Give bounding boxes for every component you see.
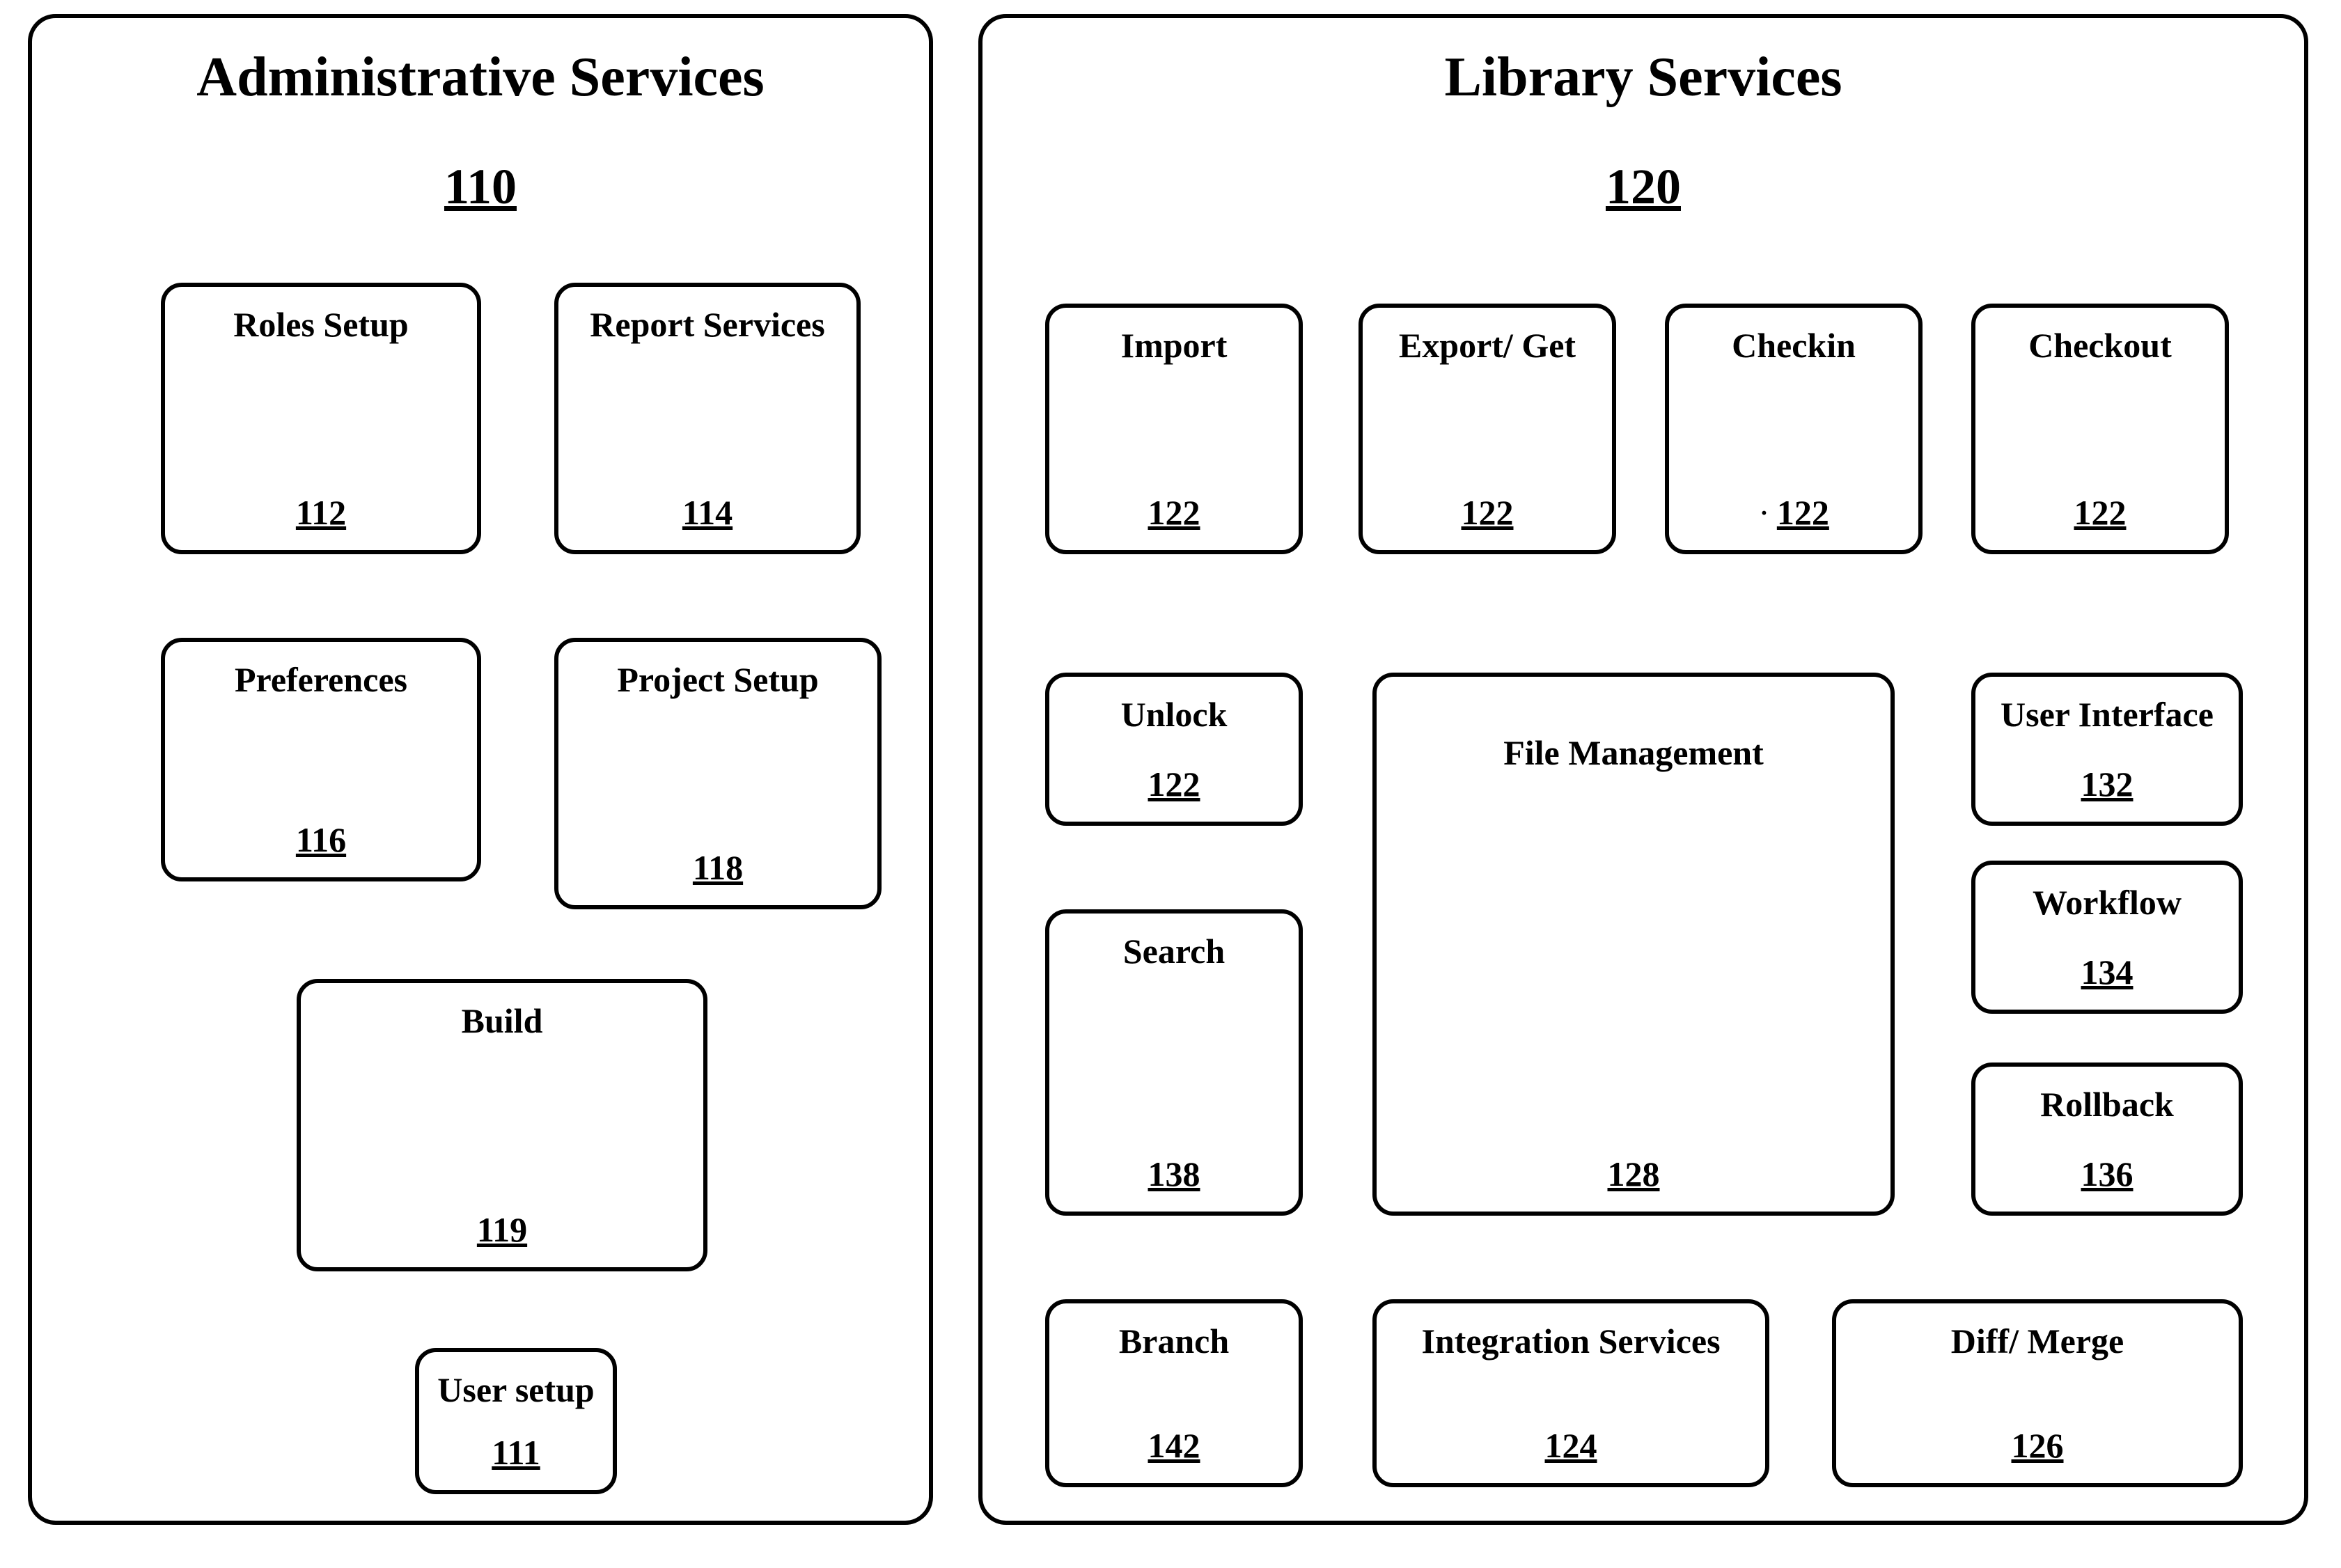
search-ref: 138 bbox=[1049, 1154, 1299, 1194]
search-label: Search bbox=[1049, 931, 1299, 971]
library-ref: 120 bbox=[982, 158, 2304, 216]
preferences-ref: 116 bbox=[165, 820, 477, 860]
user-setup-ref: 111 bbox=[419, 1432, 613, 1473]
import-box: Import 122 bbox=[1045, 304, 1303, 554]
rollback-ref: 136 bbox=[1975, 1154, 2239, 1194]
workflow-label: Workflow bbox=[1975, 882, 2239, 923]
search-box: Search 138 bbox=[1045, 909, 1303, 1216]
unlock-box: Unlock 122 bbox=[1045, 673, 1303, 826]
build-ref: 119 bbox=[301, 1209, 703, 1250]
checkin-ref: ·122 bbox=[1669, 492, 1918, 533]
file-management-ref: 128 bbox=[1377, 1154, 1890, 1194]
unlock-label: Unlock bbox=[1049, 694, 1299, 735]
diff-merge-label: Diff/ Merge bbox=[1836, 1321, 2239, 1361]
user-interface-label: User Interface bbox=[1975, 694, 2239, 735]
integration-services-label: Integration Services bbox=[1377, 1321, 1765, 1361]
admin-services-panel: Administrative Services 110 Roles Setup … bbox=[28, 14, 933, 1525]
admin-ref: 110 bbox=[32, 158, 929, 216]
rollback-box: Rollback 136 bbox=[1971, 1063, 2243, 1216]
checkout-box: Checkout 122 bbox=[1971, 304, 2229, 554]
library-services-panel: Library Services 120 Import 122 Export/ … bbox=[978, 14, 2308, 1525]
branch-box: Branch 142 bbox=[1045, 1299, 1303, 1487]
checkin-label: Checkin bbox=[1669, 325, 1918, 366]
file-management-box: File Management 128 bbox=[1372, 673, 1895, 1216]
preferences-box: Preferences 116 bbox=[161, 638, 481, 881]
import-label: Import bbox=[1049, 325, 1299, 366]
file-management-label: File Management bbox=[1377, 732, 1890, 773]
roles-setup-ref: 112 bbox=[165, 492, 477, 533]
diff-merge-box: Diff/ Merge 126 bbox=[1832, 1299, 2243, 1487]
preferences-label: Preferences bbox=[165, 659, 477, 700]
unlock-ref: 122 bbox=[1049, 764, 1299, 804]
build-label: Build bbox=[301, 1001, 703, 1041]
workflow-box: Workflow 134 bbox=[1971, 861, 2243, 1014]
user-setup-box: User setup 111 bbox=[415, 1348, 617, 1494]
workflow-ref: 134 bbox=[1975, 952, 2239, 992]
user-setup-label: User setup bbox=[419, 1370, 613, 1410]
export-ref: 122 bbox=[1363, 492, 1612, 533]
report-services-ref: 114 bbox=[558, 492, 856, 533]
branch-ref: 142 bbox=[1049, 1425, 1299, 1466]
user-interface-ref: 132 bbox=[1975, 764, 2239, 804]
project-setup-ref: 118 bbox=[558, 847, 877, 888]
import-ref: 122 bbox=[1049, 492, 1299, 533]
roles-setup-box: Roles Setup 112 bbox=[161, 283, 481, 554]
roles-setup-label: Roles Setup bbox=[165, 304, 477, 345]
admin-title: Administrative Services bbox=[32, 46, 929, 109]
rollback-label: Rollback bbox=[1975, 1084, 2239, 1124]
checkin-box: Checkin ·122 bbox=[1665, 304, 1923, 554]
integration-services-ref: 124 bbox=[1377, 1425, 1765, 1466]
project-setup-label: Project Setup bbox=[558, 659, 877, 700]
export-box: Export/ Get 122 bbox=[1359, 304, 1616, 554]
build-box: Build 119 bbox=[297, 979, 707, 1271]
diff-merge-ref: 126 bbox=[1836, 1425, 2239, 1466]
report-services-label: Report Services bbox=[558, 304, 856, 345]
report-services-box: Report Services 114 bbox=[554, 283, 861, 554]
project-setup-box: Project Setup 118 bbox=[554, 638, 882, 909]
branch-label: Branch bbox=[1049, 1321, 1299, 1361]
user-interface-box: User Interface 132 bbox=[1971, 673, 2243, 826]
checkout-label: Checkout bbox=[1975, 325, 2225, 366]
library-title: Library Services bbox=[982, 46, 2304, 109]
checkout-ref: 122 bbox=[1975, 492, 2225, 533]
export-label: Export/ Get bbox=[1363, 325, 1612, 366]
integration-services-box: Integration Services 124 bbox=[1372, 1299, 1769, 1487]
